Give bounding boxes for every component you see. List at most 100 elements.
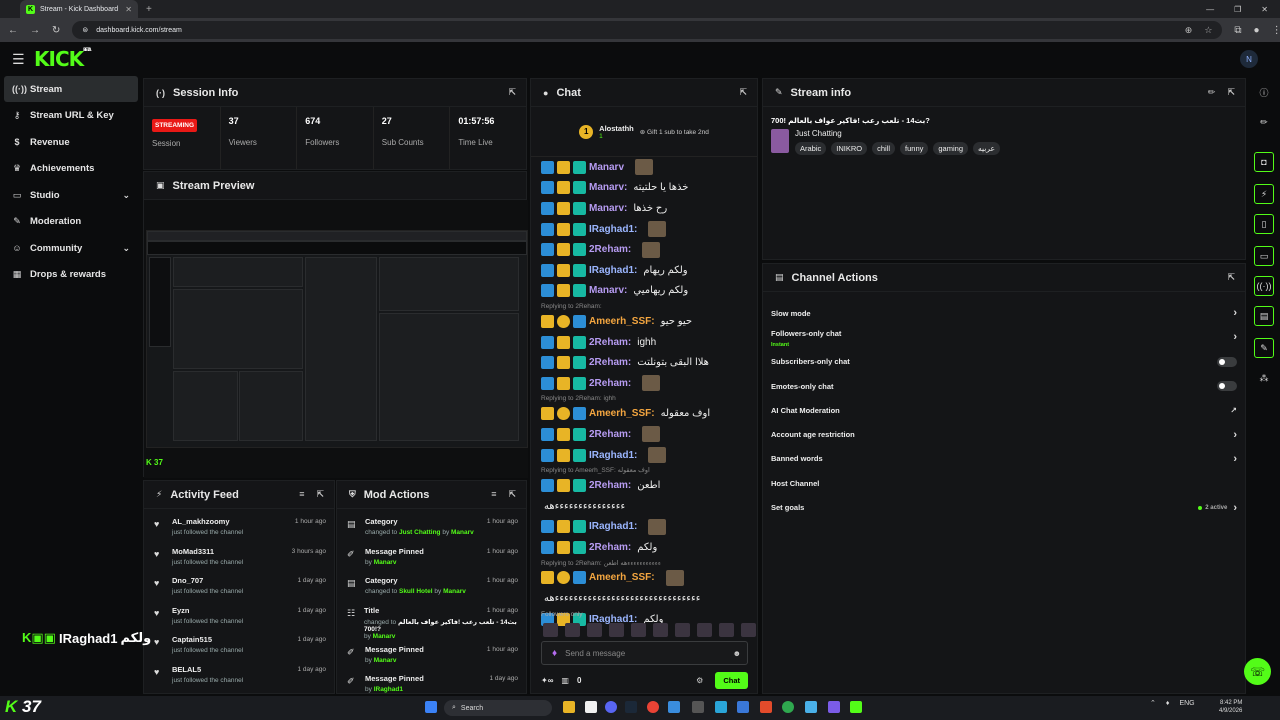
- chat-username[interactable]: 2Reham:: [589, 357, 631, 368]
- emoji-icon[interactable]: ☻: [733, 649, 741, 658]
- close-tab-icon[interactable]: ✕: [125, 5, 132, 14]
- brave-icon[interactable]: [760, 701, 772, 713]
- sidebar-item-achievements[interactable]: ♛ Achievements: [4, 156, 138, 182]
- xbox-icon[interactable]: [782, 701, 794, 713]
- chat-username[interactable]: 2Reham:: [589, 542, 631, 553]
- info-icon[interactable]: ⓘ: [1254, 82, 1274, 102]
- action-banned-words[interactable]: Banned words ›: [763, 447, 1245, 471]
- action-slow-mode[interactable]: Slow mode ›: [763, 301, 1245, 325]
- chat-message[interactable]: ءءءءءءءءءءءءءءءهه: [531, 496, 757, 517]
- sidebar-item-revenue[interactable]: $ Revenue: [4, 129, 138, 155]
- stream-video[interactable]: K 37: [144, 200, 528, 478]
- chat-username[interactable]: Manarv:: [589, 182, 627, 193]
- popout-icon[interactable]: ⇱: [316, 489, 324, 500]
- chat-username[interactable]: Manarv:: [589, 285, 627, 296]
- language-indicator[interactable]: ENG: [1179, 700, 1194, 707]
- app-icon[interactable]: [828, 701, 840, 713]
- reload-icon[interactable]: ↻: [52, 25, 60, 36]
- sidebar-item-studio[interactable]: ▭ Studio ⌄: [4, 182, 138, 208]
- chat-message[interactable]: 2Reham:: [531, 239, 757, 260]
- filter-icon[interactable]: ≡: [299, 489, 304, 500]
- emotes-only-toggle[interactable]: [1217, 381, 1237, 392]
- system-clock[interactable]: 8:42 PM 4/9/2026: [1219, 699, 1242, 715]
- filter-icon[interactable]: ≡: [491, 489, 496, 500]
- edit-icon[interactable]: ✏: [1254, 112, 1274, 132]
- chat-message[interactable]: Manarv: خذها يا حلتيته: [531, 178, 757, 199]
- minimize-icon[interactable]: —: [1206, 5, 1214, 14]
- app-icon[interactable]: [737, 701, 749, 713]
- action-followers-only[interactable]: Followers-only chat Instant ›: [763, 325, 1245, 349]
- emote[interactable]: [631, 623, 646, 637]
- profile-avatar[interactable]: ●: [1254, 25, 1260, 36]
- action-set-goals[interactable]: Set goals 2 active ›: [763, 495, 1245, 519]
- app-icon[interactable]: [715, 701, 727, 713]
- chat-message[interactable]: Manarv: رح خذها: [531, 198, 757, 219]
- emote[interactable]: [653, 623, 668, 637]
- broadcast-rail-icon[interactable]: ((·)): [1254, 276, 1274, 296]
- new-tab-icon[interactable]: +: [146, 4, 152, 15]
- user-avatar[interactable]: N: [1240, 50, 1258, 68]
- chat-message[interactable]: IRaghad1:: [531, 445, 757, 466]
- chat-username[interactable]: Manarv:: [589, 203, 627, 214]
- popout-icon[interactable]: ⇱: [508, 489, 516, 500]
- windows-start-icon[interactable]: [425, 701, 437, 713]
- back-icon[interactable]: ←: [8, 25, 18, 36]
- url-field[interactable]: ⊜ dashboard.kick.com/stream ⊕ ☆: [72, 21, 1223, 39]
- chat-message[interactable]: 2Reham: ighh: [531, 332, 757, 353]
- chat-username[interactable]: 2Reham:: [589, 378, 631, 389]
- chat-username[interactable]: IRaghad1:: [589, 265, 637, 276]
- sidebar-item-drops-rewards[interactable]: ▦ Drops & rewards: [4, 262, 138, 288]
- sidebar-item-stream[interactable]: ((·)) Stream: [4, 76, 138, 102]
- subscribers-only-toggle[interactable]: [1217, 356, 1237, 367]
- chat-input[interactable]: ♦ Send a message ☻: [541, 641, 748, 665]
- kick-logo[interactable]: KICKBETA: [34, 47, 91, 71]
- chat-username[interactable]: Ameerh_SSF:: [589, 408, 655, 419]
- document-icon[interactable]: ▯: [1254, 214, 1274, 234]
- zoom-icon[interactable]: ⊕: [1185, 25, 1193, 36]
- chat-rail-icon[interactable]: ▭: [1254, 246, 1274, 266]
- site-info-icon[interactable]: ⊜: [82, 26, 88, 34]
- bookmark-star-icon[interactable]: ☆: [1204, 25, 1212, 36]
- edit-pencil-icon[interactable]: ✏: [1208, 87, 1216, 98]
- chat-username[interactable]: Manarv: [589, 162, 624, 173]
- wrench-rail-icon[interactable]: ✎: [1254, 338, 1274, 358]
- popout-icon[interactable]: ⇱: [1227, 87, 1235, 98]
- tray-chevron-icon[interactable]: ⌃: [1150, 699, 1156, 707]
- hamburger-menu-icon[interactable]: ☰: [12, 51, 32, 68]
- chat-message[interactable]: Manarv: ولكم ريهاميي: [531, 281, 757, 302]
- sidebar-item-stream-url-key[interactable]: ⚷ Stream URL & Key: [4, 103, 138, 129]
- file-explorer-icon[interactable]: [563, 701, 575, 713]
- browser-tab[interactable]: K Stream - Kick Dashboard ✕: [20, 0, 138, 18]
- extensions-icon[interactable]: ⧉: [1234, 25, 1241, 36]
- chat-message[interactable]: Ameerh_SSF: حيو حيو: [531, 311, 757, 332]
- sidebar-item-moderation[interactable]: ✎ Moderation: [4, 209, 138, 235]
- popout-icon[interactable]: ⇱: [508, 87, 516, 98]
- chat-username[interactable]: 2Reham:: [589, 429, 631, 440]
- menu-dots-icon[interactable]: ⋮: [1272, 25, 1280, 36]
- chat-message[interactable]: Ameerh_SSF:: [531, 568, 757, 589]
- emote[interactable]: [543, 623, 558, 637]
- action-account-age[interactable]: Account age restriction ›: [763, 422, 1245, 446]
- points-icon[interactable]: ✦∞: [541, 676, 553, 685]
- action-host-channel[interactable]: Host Channel: [763, 471, 1245, 495]
- forward-icon[interactable]: →: [30, 25, 40, 36]
- chat-message[interactable]: Manarv: [531, 157, 757, 178]
- microphone-tray-icon[interactable]: ♦: [1166, 700, 1170, 707]
- chat-username[interactable]: 2Reham:: [589, 337, 631, 348]
- chat-username[interactable]: 2Reham:: [589, 480, 631, 491]
- more-widgets-icon[interactable]: ⁂: [1254, 368, 1274, 388]
- gift-sub-button[interactable]: ⊛ Gift 1 sub to take 2nd: [640, 128, 709, 136]
- help-chat-fab[interactable]: ☏: [1244, 658, 1271, 685]
- sidebar-item-community[interactable]: ☺ Community ⌄: [4, 235, 138, 261]
- chat-username[interactable]: Ameerh_SSF:: [589, 572, 655, 583]
- chat-username[interactable]: IRaghad1:: [589, 224, 637, 235]
- camera-icon[interactable]: ◘: [1254, 152, 1274, 172]
- lightning-rail-icon[interactable]: ⚡: [1254, 184, 1274, 204]
- emote[interactable]: [697, 623, 712, 637]
- chat-message[interactable]: 2Reham:: [531, 424, 757, 445]
- emote[interactable]: [741, 623, 756, 637]
- chat-username[interactable]: 2Reham:: [589, 244, 631, 255]
- actions-rail-icon[interactable]: ▤: [1254, 306, 1274, 326]
- app-icon[interactable]: [668, 701, 680, 713]
- taskbar-search[interactable]: ⌕ Search: [444, 700, 552, 716]
